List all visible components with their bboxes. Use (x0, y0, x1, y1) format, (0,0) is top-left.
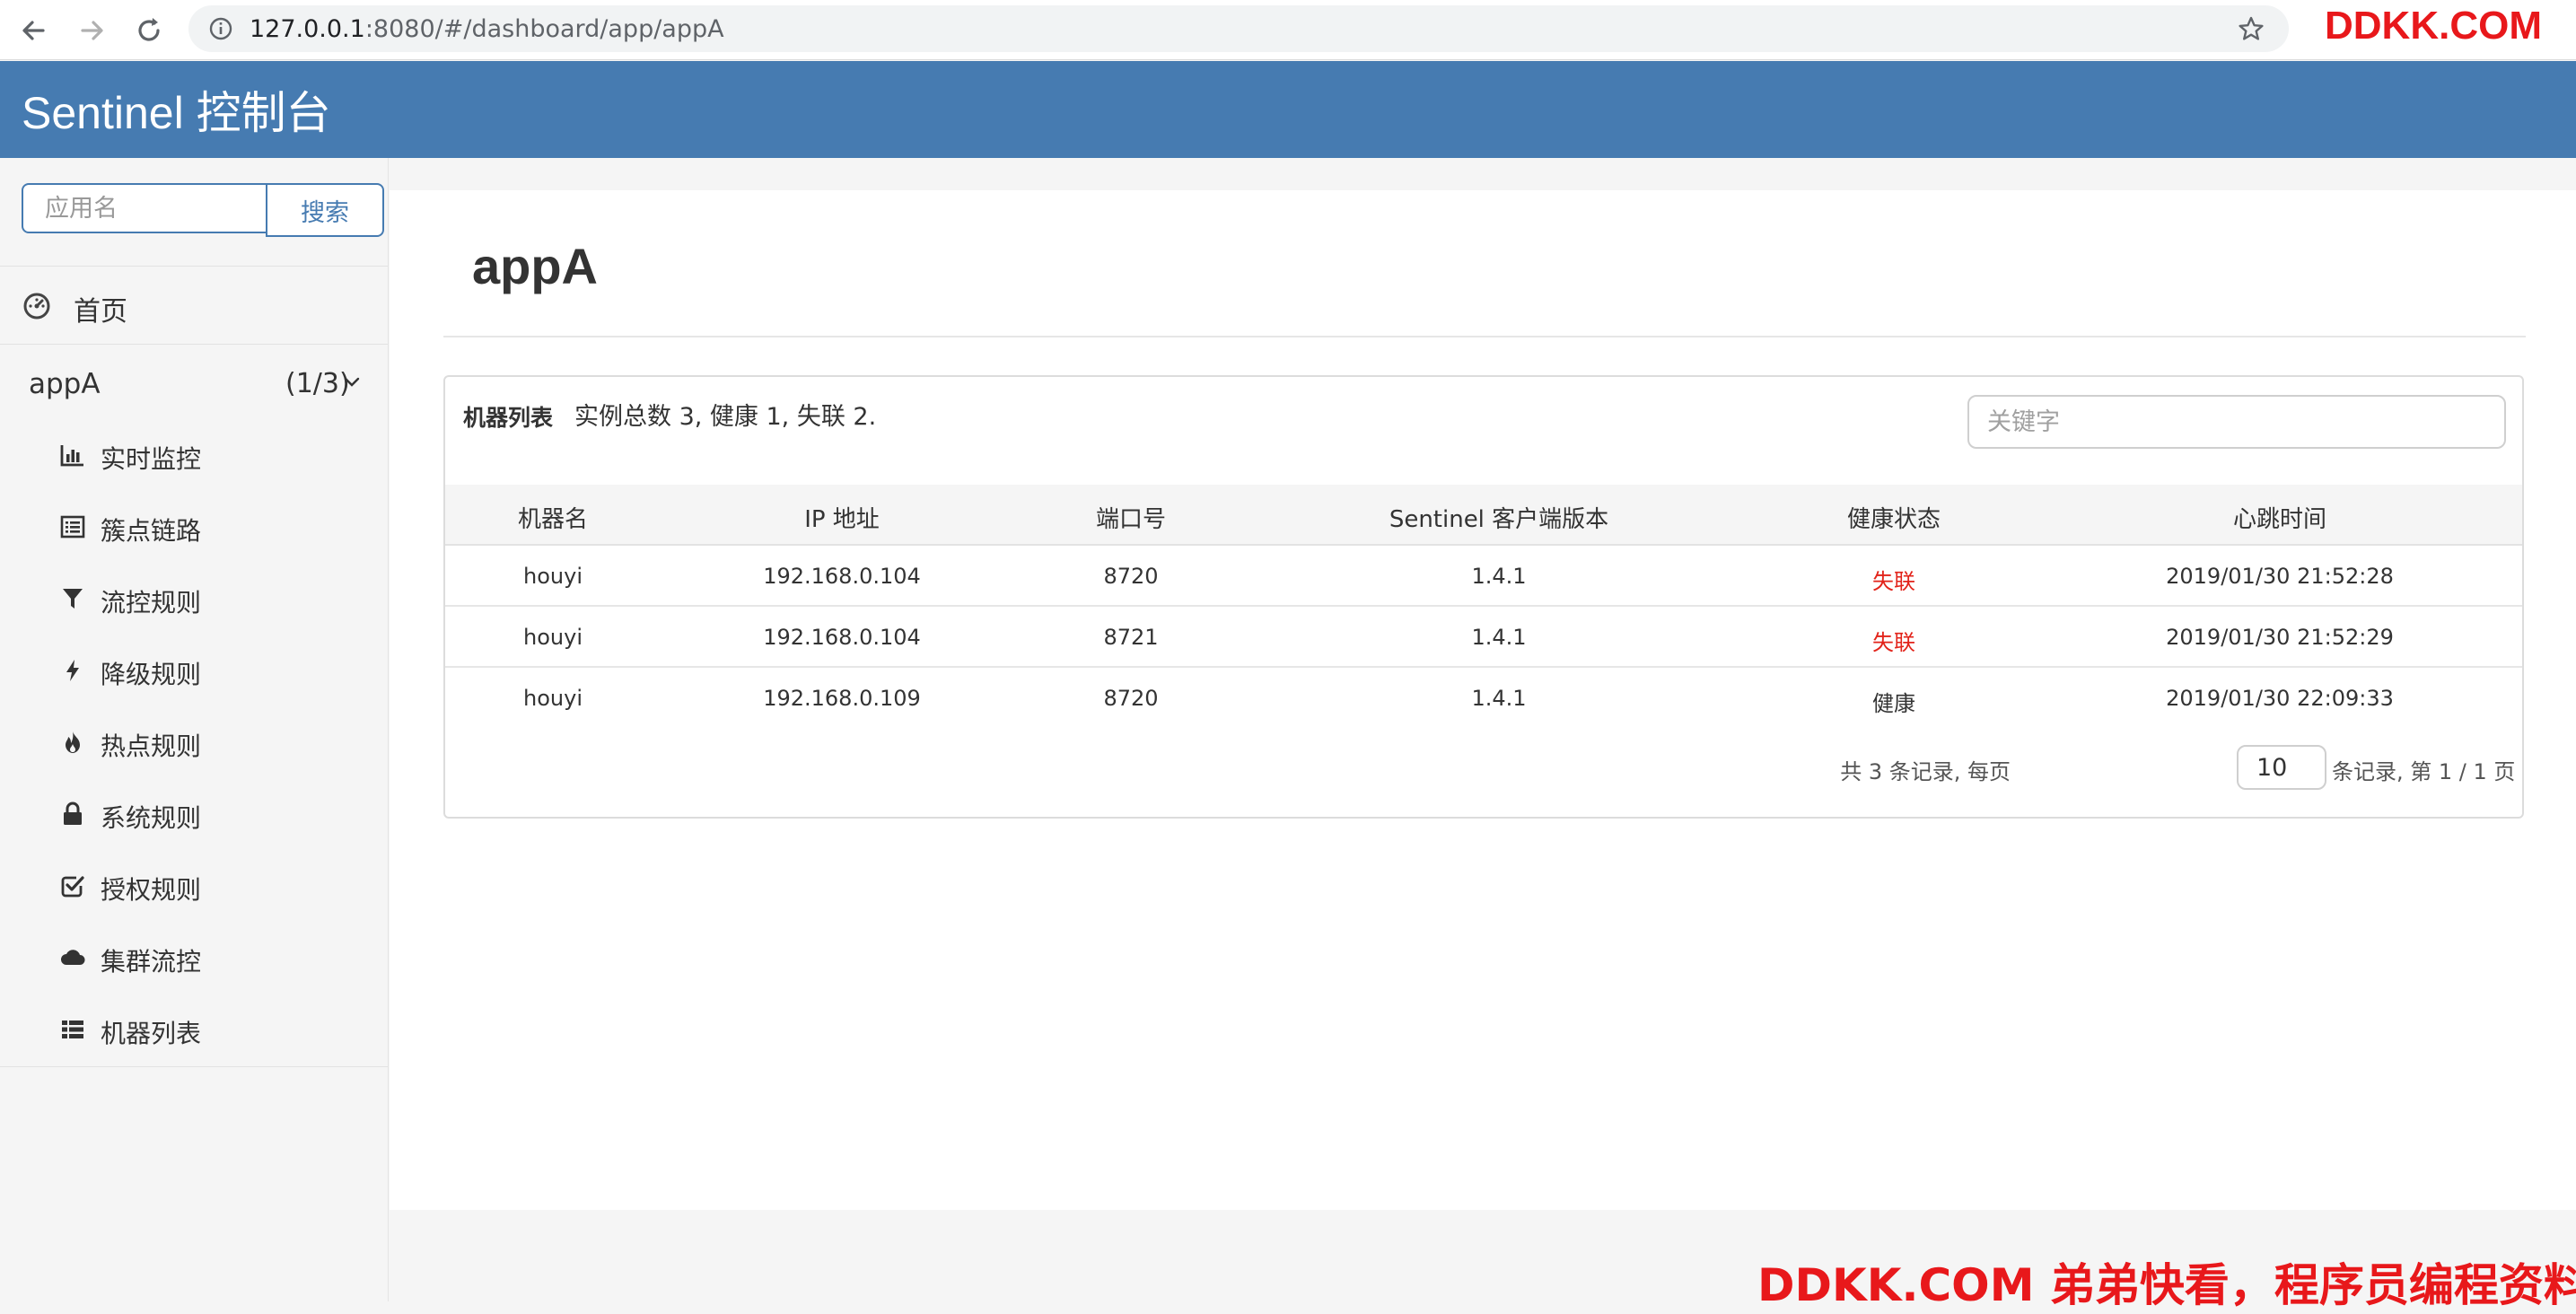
sidebar-item-label: 簇点链路 (101, 516, 202, 546)
dashboard-icon (22, 291, 52, 321)
column-header: IP 地址 (804, 506, 880, 533)
sidebar-item-label: 热点规则 (101, 731, 202, 761)
column-header: Sentinel 客户端版本 (1389, 506, 1609, 533)
sidebar-item-label: 授权规则 (101, 875, 202, 905)
machine-name: houyi (523, 686, 583, 711)
list-alt-icon (59, 513, 86, 540)
machine-list-panel: 机器列表 实例总数 3, 健康 1, 失联 2. 机器名 IP 地址 端口号 S… (443, 375, 2524, 819)
sidebar-app-appA[interactable]: appA (1/3) (0, 346, 388, 422)
table-row: houyi 192.168.0.109 8720 1.4.1 健康 2019/0… (445, 668, 2522, 729)
sidebar-item-home[interactable]: 首页 (0, 269, 388, 345)
column-header: 心跳时间 (2232, 506, 2327, 533)
sidebar-item-label: 流控规则 (101, 588, 202, 618)
divider (443, 336, 2526, 337)
machine-name: houyi (523, 625, 583, 650)
health-status: 健康 (1872, 691, 1915, 716)
machine-name: houyi (523, 564, 583, 589)
pager-prefix: 共 3 条记录, 每页 (1840, 759, 2011, 784)
browser-toolbar: 127.0.0.1:8080/#/dashboard/app/appA DDKK… (0, 0, 2576, 60)
app-search: 搜索 (22, 183, 384, 237)
ip-address: 192.168.0.104 (763, 564, 921, 589)
sidebar-item-label: 降级规则 (101, 660, 202, 689)
table-row: houyi 192.168.0.104 8721 1.4.1 失联 2019/0… (445, 607, 2522, 668)
sidebar-item-label: 首页 (74, 296, 127, 328)
sidebar-item-label: 机器列表 (101, 1019, 202, 1048)
ip-address: 192.168.0.109 (763, 686, 921, 711)
panel-title: 机器列表 (463, 405, 554, 431)
check-icon (59, 872, 86, 899)
app-instance-count: (1/3) (285, 368, 350, 399)
cloud-icon (59, 944, 86, 971)
search-button[interactable]: 搜索 (266, 183, 384, 237)
heartbeat-time: 2019/01/30 22:09:33 (2166, 686, 2394, 711)
table-row: houyi 192.168.0.104 8720 1.4.1 失联 2019/0… (445, 546, 2522, 607)
health-status: 失联 (1872, 630, 1915, 655)
watermark-top: DDKK.COM (2325, 4, 2542, 48)
column-header: 端口号 (1095, 506, 1167, 533)
th-list-icon (59, 1016, 86, 1043)
sidebar-item-machine-list[interactable]: 机器列表 (0, 994, 388, 1066)
bookmark-star-icon[interactable] (2237, 14, 2265, 43)
port: 8720 (1103, 686, 1159, 711)
lock-icon (59, 801, 86, 828)
heartbeat-time: 2019/01/30 21:52:28 (2166, 564, 2394, 589)
keyword-search-input[interactable] (1967, 395, 2506, 449)
sidebar-item-cluster-flow[interactable]: 集群流控 (0, 923, 388, 994)
divider (0, 1066, 388, 1067)
flash-icon (59, 657, 86, 684)
bar-chart-icon (59, 442, 86, 469)
brand-title[interactable]: Sentinel 控制台 (22, 77, 331, 142)
client-version: 1.4.1 (1471, 686, 1527, 711)
instance-summary: 实例总数 3, 健康 1, 失联 2. (574, 403, 877, 431)
sidebar: 搜索 首页 appA (1/3) 实时监控 簇点链路 流控规则 (0, 158, 389, 1301)
pager-suffix: 条记录, 第 1 / 1 页 (2332, 759, 2516, 784)
sidebar-item-cluster-link[interactable]: 簇点链路 (0, 492, 388, 564)
app-search-input[interactable] (22, 183, 267, 233)
client-version: 1.4.1 (1471, 564, 1527, 589)
filter-icon (59, 585, 86, 612)
app-name: appA (29, 368, 101, 400)
page-title: appA (472, 238, 598, 294)
table-header: 机器名 IP 地址 端口号 Sentinel 客户端版本 健康状态 心跳时间 (445, 485, 2522, 546)
sidebar-item-label: 系统规则 (101, 803, 202, 833)
sidebar-item-realtime-monitor[interactable]: 实时监控 (0, 420, 388, 492)
sidebar-item-label: 实时监控 (101, 444, 202, 474)
watermark-bottom: DDKK.COM 弟弟快看，程序员编程资料站 (1757, 1259, 2576, 1311)
column-header: 机器名 (517, 506, 589, 533)
sidebar-item-degrade-rules[interactable]: 降级规则 (0, 635, 388, 707)
reload-icon[interactable] (131, 13, 167, 48)
main-content: appA 机器列表 实例总数 3, 健康 1, 失联 2. 机器名 IP 地址 … (390, 190, 2576, 1210)
port: 8721 (1103, 625, 1159, 650)
sidebar-item-system-rules[interactable]: 系统规则 (0, 779, 388, 851)
column-header: 健康状态 (1846, 506, 1941, 533)
sidebar-item-label: 集群流控 (101, 947, 202, 977)
heartbeat-time: 2019/01/30 21:52:29 (2166, 625, 2394, 650)
chevron-down-icon (341, 372, 363, 393)
client-version: 1.4.1 (1471, 625, 1527, 650)
url-text: 127.0.0.1:8080/#/dashboard/app/appA (250, 15, 724, 43)
health-status: 失联 (1872, 569, 1915, 594)
ip-address: 192.168.0.104 (763, 625, 921, 650)
sidebar-item-authority-rules[interactable]: 授权规则 (0, 851, 388, 923)
divider (0, 344, 388, 345)
page-size-input[interactable] (2237, 745, 2326, 790)
forward-arrow-icon[interactable] (74, 13, 110, 48)
sidebar-item-flow-rules[interactable]: 流控规则 (0, 564, 388, 635)
port: 8720 (1103, 564, 1159, 589)
sidebar-item-hotspot-rules[interactable]: 热点规则 (0, 707, 388, 779)
url-path: :8080/#/dashboard/app/appA (364, 15, 724, 43)
url-host: 127.0.0.1 (250, 15, 365, 43)
fire-icon (59, 729, 86, 756)
address-bar[interactable]: 127.0.0.1:8080/#/dashboard/app/appA (188, 5, 2289, 52)
info-icon[interactable] (208, 16, 233, 41)
divider (0, 266, 388, 267)
back-arrow-icon[interactable] (16, 13, 52, 48)
app-header: Sentinel 控制台 (0, 61, 2576, 158)
